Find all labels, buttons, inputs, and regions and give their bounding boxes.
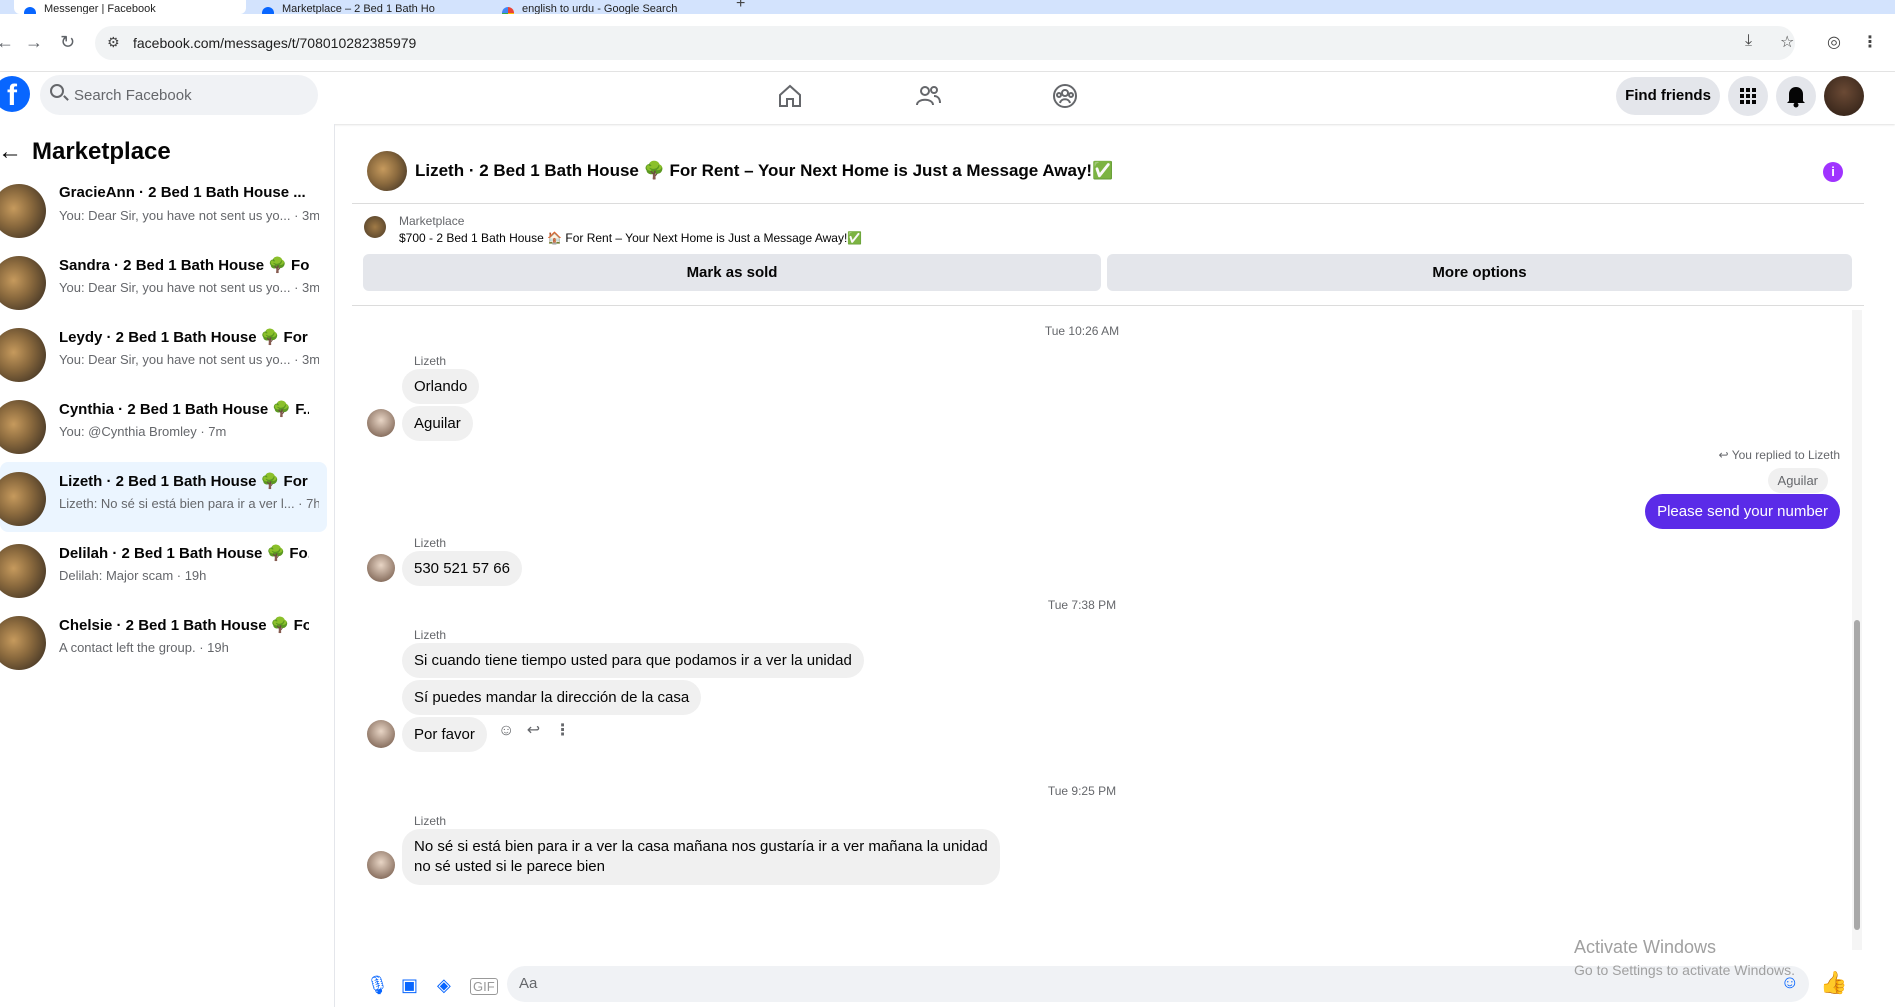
- sender-name: Lizeth: [414, 354, 447, 368]
- listing-thumbnail: [0, 400, 46, 454]
- sender-avatar[interactable]: [367, 554, 395, 582]
- url-text[interactable]: facebook.com/messages/t/708010282385979: [133, 35, 416, 51]
- like-thumbs-up-icon[interactable]: 👍: [1820, 970, 1847, 996]
- timestamp: Tue 7:38 PM: [1047, 598, 1117, 612]
- browser-tab-strip: Messenger | Facebook × Marketplace – 2 B…: [0, 0, 1895, 14]
- conversation-item[interactable]: Cynthia · 2 Bed 1 Bath House 🌳 F... You:…: [0, 390, 327, 460]
- site-info-icon[interactable]: ⚙: [107, 34, 120, 51]
- microphone-icon[interactable]: 🎙: [366, 975, 389, 996]
- message-scrollbar[interactable]: [1852, 310, 1862, 950]
- grid-icon: [1740, 88, 1756, 104]
- timestamp: Tue 9:25 PM: [1047, 784, 1117, 798]
- windows-activation-watermark: Activate Windows Go to Settings to activ…: [1574, 937, 1795, 978]
- back-arrow-icon[interactable]: ←: [0, 32, 14, 53]
- marketplace-listing-bar: Marketplace $700 - 2 Bed 1 Bath House 🏠 …: [352, 204, 1864, 306]
- message-bubble[interactable]: Orlando: [402, 369, 480, 404]
- home-icon[interactable]: [776, 82, 804, 110]
- conversation-sidebar: ← Marketplace GracieAnn · 2 Bed 1 Bath H…: [0, 124, 335, 1007]
- chat-avatar[interactable]: [367, 151, 407, 191]
- conversation-item-selected[interactable]: Lizeth · 2 Bed 1 Bath House 🌳 For ... Li…: [0, 462, 327, 532]
- menu-grid-button[interactable]: [1728, 76, 1768, 116]
- sender-avatar[interactable]: [367, 409, 395, 437]
- react-emoji-icon[interactable]: ☺: [498, 722, 514, 739]
- listing-thumbnail[interactable]: [364, 216, 386, 238]
- chat-panel: Lizeth · 2 Bed 1 Bath House 🌳 For Rent –…: [352, 140, 1864, 1007]
- sticker-icon[interactable]: ◈: [437, 975, 451, 996]
- photo-icon[interactable]: ▣: [401, 975, 418, 996]
- browser-toolbar: ← → ↻ ⚙ facebook.com/messages/t/70801028…: [0, 14, 1895, 72]
- listing-thumbnail: [0, 544, 46, 598]
- browser-tab-messenger[interactable]: Messenger | Facebook ×: [14, 0, 246, 14]
- more-actions-icon[interactable]: ⋮: [555, 722, 571, 739]
- friends-icon[interactable]: [914, 82, 942, 110]
- reply-note: ↩ You replied to Lizeth: [1718, 448, 1840, 462]
- bookmark-star-icon[interactable]: ☆: [1780, 32, 1794, 52]
- bell-icon: [1787, 87, 1805, 108]
- listing-thumbnail: [0, 184, 46, 238]
- message-bubble[interactable]: 530 521 57 66: [402, 551, 522, 586]
- account-avatar[interactable]: [1824, 76, 1864, 116]
- listing-thumbnail: [0, 616, 46, 670]
- message-bubble[interactable]: No sé si está bien para ir a ver la casa…: [402, 829, 1000, 885]
- message-bubble[interactable]: Sí puedes mandar la dirección de la casa: [402, 680, 702, 715]
- conversation-item[interactable]: Sandra · 2 Bed 1 Bath House 🌳 Fo... You:…: [0, 246, 327, 316]
- forward-arrow-icon[interactable]: →: [25, 32, 43, 53]
- timestamp: Tue 10:26 AM: [1044, 324, 1120, 338]
- back-arrow-icon[interactable]: ←: [0, 138, 22, 166]
- info-icon[interactable]: i: [1823, 162, 1843, 182]
- new-tab-icon[interactable]: +: [736, 0, 745, 13]
- mark-as-sold-button[interactable]: Mark as sold: [363, 254, 1101, 291]
- facebook-logo-icon[interactable]: f: [0, 76, 30, 112]
- conversation-item[interactable]: GracieAnn · 2 Bed 1 Bath House ... You: …: [0, 174, 327, 244]
- reply-arrow-icon: ↩: [1718, 448, 1732, 462]
- gif-icon[interactable]: GIF: [470, 978, 498, 995]
- browser-tab-marketplace[interactable]: Marketplace – 2 Bed 1 Bath Ho ×: [252, 0, 484, 14]
- sidebar-title: Marketplace: [32, 138, 171, 165]
- facebook-header: f Search Facebook Find friends: [0, 72, 1895, 124]
- listing-thumbnail: [0, 328, 46, 382]
- reload-icon[interactable]: ↻: [60, 32, 75, 53]
- notifications-button[interactable]: [1776, 76, 1816, 116]
- message-thread: Tue 10:26 AM Lizeth Orlando Aguilar ↩ Yo…: [352, 306, 1864, 946]
- chat-header: Lizeth · 2 Bed 1 Bath House 🌳 For Rent –…: [352, 140, 1864, 204]
- facebook-favicon-icon: [24, 7, 36, 14]
- search-input[interactable]: Search Facebook: [40, 75, 318, 115]
- message-bubble[interactable]: Si cuando tiene tiempo usted para que po…: [402, 643, 864, 678]
- address-bar[interactable]: ⚙ facebook.com/messages/t/70801028238597…: [95, 26, 1795, 60]
- sender-name: Lizeth: [414, 814, 447, 828]
- listing-thumbnail: [0, 256, 46, 310]
- google-favicon-icon: [502, 7, 514, 14]
- more-options-button[interactable]: More options: [1107, 254, 1852, 291]
- conversation-item[interactable]: Chelsie · 2 Bed 1 Bath House 🌳 Fo... A c…: [0, 606, 327, 676]
- facebook-favicon-icon: [262, 7, 274, 14]
- groups-icon[interactable]: [1051, 82, 1079, 110]
- listing-price-title[interactable]: $700 - 2 Bed 1 Bath House 🏠 For Rent – Y…: [399, 231, 862, 245]
- sender-avatar[interactable]: [367, 720, 395, 748]
- my-message-bubble[interactable]: Please send your number: [1645, 494, 1840, 529]
- search-icon: [50, 84, 64, 98]
- message-actions: ☺ ↩ ⋮: [498, 720, 571, 740]
- conversation-item[interactable]: Leydy · 2 Bed 1 Bath House 🌳 For ... You…: [0, 318, 327, 388]
- message-bubble[interactable]: Por favor: [402, 717, 487, 752]
- sender-name: Lizeth: [414, 536, 447, 550]
- sender-name: Lizeth: [414, 628, 447, 642]
- find-friends-button[interactable]: Find friends: [1616, 77, 1720, 115]
- browser-tab-google[interactable]: english to urdu - Google Search ×: [492, 0, 724, 14]
- sender-avatar[interactable]: [367, 851, 395, 879]
- install-app-icon[interactable]: ⤓: [1745, 32, 1752, 50]
- chat-title[interactable]: Lizeth · 2 Bed 1 Bath House 🌳 For Rent –…: [415, 161, 1113, 181]
- message-bubble[interactable]: Aguilar: [402, 406, 473, 441]
- listing-thumbnail: [0, 472, 46, 526]
- profile-icon[interactable]: ◎: [1827, 32, 1841, 52]
- browser-menu-icon[interactable]: ⋮: [1862, 32, 1878, 52]
- scrollbar-thumb[interactable]: [1854, 620, 1860, 930]
- reply-icon[interactable]: ↩: [527, 722, 540, 739]
- replied-quote[interactable]: Aguilar: [1767, 468, 1828, 493]
- conversation-item[interactable]: Delilah · 2 Bed 1 Bath House 🌳 Fo... Del…: [0, 534, 327, 604]
